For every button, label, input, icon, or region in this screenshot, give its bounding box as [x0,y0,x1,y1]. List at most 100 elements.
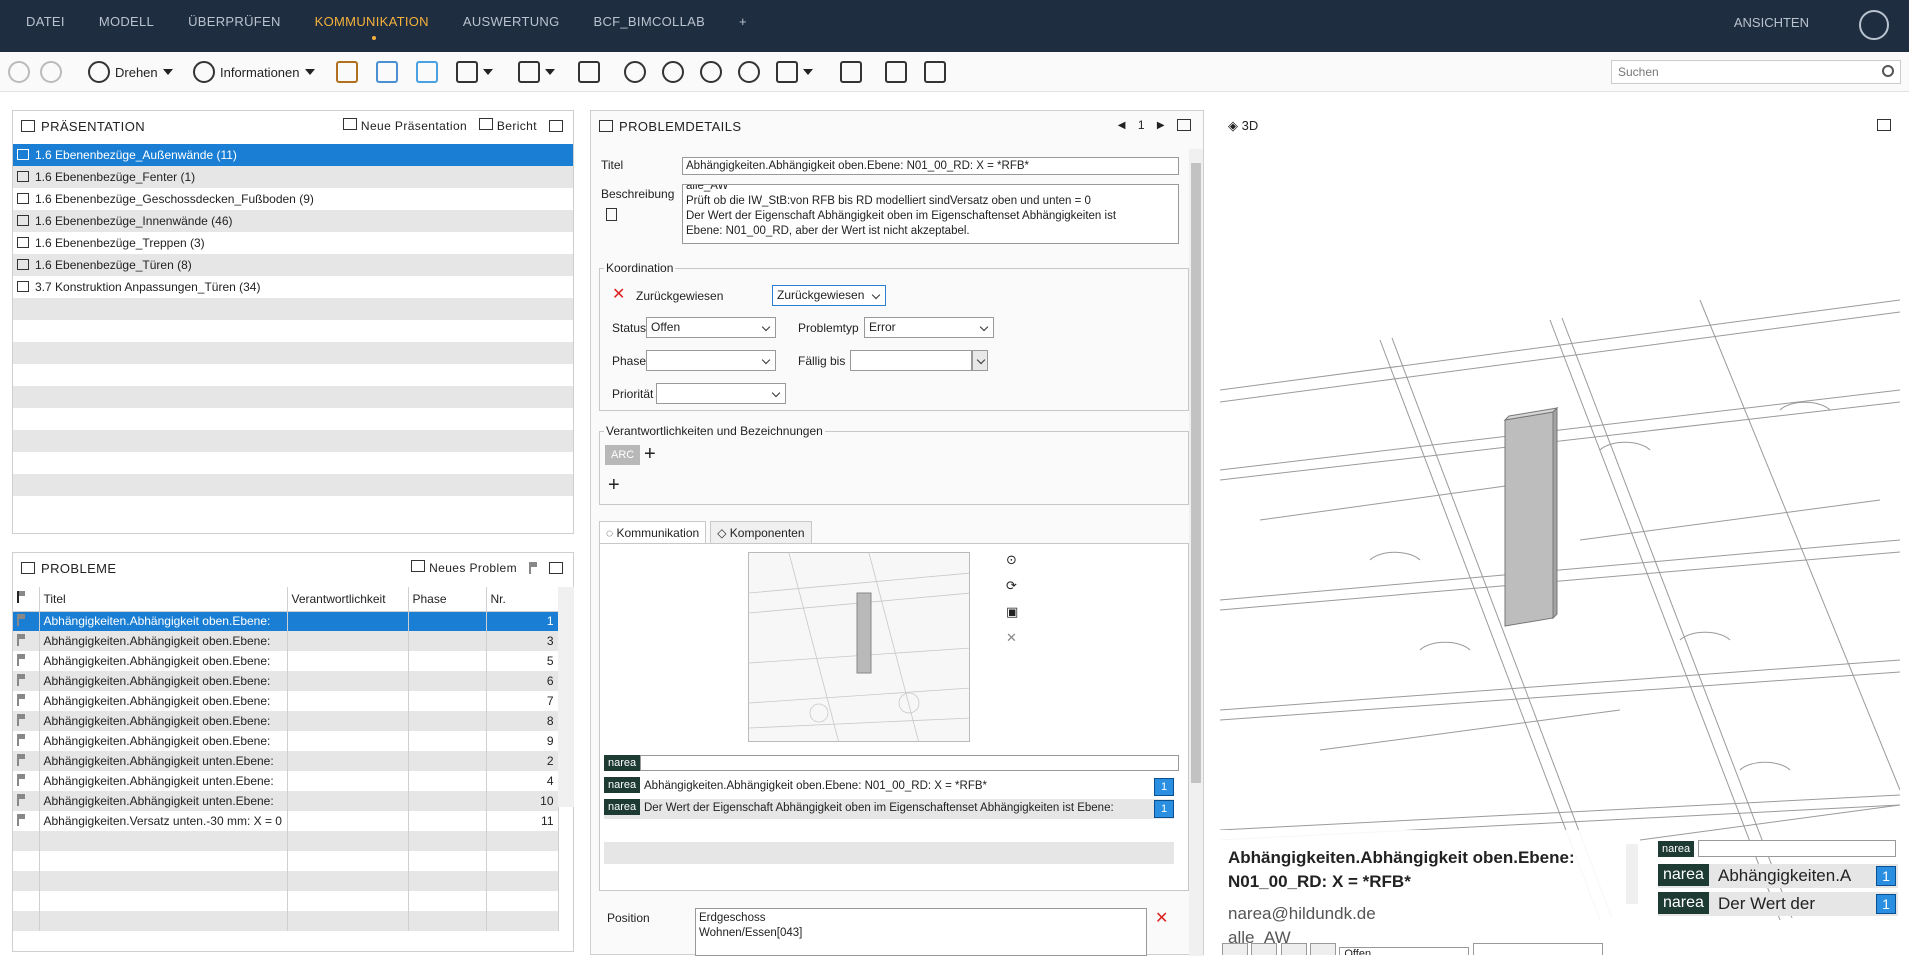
maximize-panel-icon[interactable] [1877,119,1891,131]
flag-icon[interactable] [529,561,537,574]
camera-button[interactable] [1310,943,1337,955]
table-row[interactable]: Abhängigkeiten.Abhängigkeit unten.Ebene:… [13,791,559,811]
table-row[interactable]: Abhängigkeiten.Versatz unten.-30 mm: X =… [13,811,559,831]
box-button[interactable] [518,60,555,84]
layers-plan-button[interactable] [840,60,862,84]
overlay-status-select[interactable]: Offen [1339,947,1470,955]
overlay-scrollbar[interactable] [1626,844,1638,904]
arc-tag[interactable]: ARC [605,445,641,465]
report-button[interactable]: Bericht [479,118,537,133]
maximize-panel-icon[interactable] [549,119,563,132]
refresh-icon[interactable]: ⟳ [1006,578,1018,594]
menu-datei[interactable]: DATEI [26,14,65,29]
phase-select[interactable] [646,350,776,371]
document-icon[interactable] [606,208,617,221]
menu-auswertung[interactable]: AUSWERTUNG [463,14,560,29]
comment-item[interactable]: narea Abhängigkeiten.Abhängigkeit oben.E… [604,777,1174,797]
tab-communication[interactable]: ◌ Kommunikation [599,521,707,545]
list-item[interactable]: 3.7 Konstruktion Anpassungen_Türen (34) [13,276,573,298]
table-row[interactable]: Abhängigkeiten.Abhängigkeit unten.Ebene:… [13,771,559,791]
status-select[interactable]: Offen [646,317,776,338]
list-item[interactable]: 1.6 Ebenenbezüge_Türen (8) [13,254,573,276]
clear-position-icon[interactable]: ✕ [1155,908,1168,928]
new-problem-button[interactable]: Neues Problem [411,560,517,575]
menu-modell[interactable]: MODELL [99,14,154,29]
layers-button[interactable] [924,60,946,84]
table-row[interactable]: Abhängigkeiten.Abhängigkeit oben.Ebene: 6 [13,671,559,691]
viewpoint-thumbnail[interactable] [748,552,970,742]
rotate-button[interactable]: Drehen [88,60,173,84]
column-header-responsibility[interactable]: Verantwortlichkeit [287,587,409,612]
model-cube-button[interactable] [336,60,358,84]
table-row[interactable]: Abhängigkeiten.Abhängigkeit oben.Ebene: 3 [13,631,559,651]
menu-bcf-bimcollab[interactable]: BCF_BIMCOLLAB [594,14,706,29]
column-header-title[interactable]: Titel [39,587,288,612]
image-icon[interactable]: ▣ [1006,604,1018,620]
table-row[interactable]: Abhängigkeiten.Abhängigkeit oben.Ebene: 5 [13,651,559,671]
stop-button[interactable] [1280,943,1307,955]
next-problem-button[interactable]: ▶ [1157,120,1165,131]
column-header-phase[interactable]: Phase [408,587,487,612]
overlay-comment-input[interactable] [1698,840,1896,857]
comment-item[interactable]: narea Der Wert der Eigenschaft Abhängigk… [604,799,1174,819]
table-row[interactable]: Abhängigkeiten.Abhängigkeit oben.Ebene: 1 [13,611,559,631]
next-button[interactable] [1251,943,1278,955]
views-menu[interactable]: ANSICHTEN [1734,15,1809,30]
user-account-icon[interactable] [1859,10,1889,40]
problems-scrollbar[interactable] [558,587,574,807]
visibility-button[interactable] [456,60,493,84]
rejected-select[interactable]: Zurückgewiesen [772,285,886,306]
undo-button[interactable] [8,60,30,84]
zoom-fit-button[interactable] [738,60,760,84]
maximize-panel-icon[interactable] [1177,119,1191,131]
zoom-viewpoint-icon[interactable]: ⊙ [1006,552,1018,568]
list-item[interactable]: 1.6 Ebenenbezüge_Außenwände (11) [13,144,573,166]
title-field[interactable]: Abhängigkeiten.Abhängigkeit oben.Ebene: … [682,157,1179,175]
tab-components[interactable]: ◇ Komponenten [710,521,812,545]
priority-select[interactable] [656,383,786,404]
position-field[interactable]: Erdgeschoss Wohnen/Essen[043] [695,908,1147,956]
table-row[interactable]: Abhängigkeiten.Abhängigkeit oben.Ebene: 7 [13,691,559,711]
delete-viewpoint-icon[interactable]: ✕ [1006,630,1018,646]
overlay-comment-item[interactable]: narea Abhängigkeiten.A 1 [1658,864,1898,888]
measure-button[interactable] [776,60,813,84]
column-header-number[interactable]: Nr. [486,587,559,612]
list-item[interactable]: 1.6 Ebenenbezüge_Fenter (1) [13,166,573,188]
description-field[interactable]: alle_AW Prüft ob die IW_StB:von RFB bis … [682,184,1179,244]
cubes-button[interactable] [376,60,398,84]
previous-problem-button[interactable]: ◀ [1118,120,1126,131]
menu-add-tab[interactable]: + [739,14,747,29]
date-picker-button[interactable] [972,350,988,371]
section-box-button[interactable] [578,60,600,84]
selected-cube-button[interactable] [416,60,438,84]
redo-button[interactable] [40,60,62,84]
menu-kommunikation[interactable]: KOMMUNIKATION [315,14,429,40]
details-scrollbar[interactable] [1189,149,1203,956]
table-row[interactable]: Abhängigkeiten.Abhängigkeit oben.Ebene: 9 [13,731,559,751]
flag-column-header[interactable] [13,587,40,612]
problemtype-select[interactable]: Error [864,317,994,338]
list-item[interactable]: 1.6 Ebenenbezüge_Treppen (3) [13,232,573,254]
model-viewport[interactable] [1220,140,1900,940]
comment-input[interactable] [640,755,1179,771]
zoom-out-button[interactable] [700,60,722,84]
zoom-in-button[interactable] [662,60,684,84]
add-responsibility-button[interactable]: + [644,443,656,466]
play-button[interactable] [1222,943,1248,955]
table-row[interactable]: Abhängigkeiten.Abhängigkeit oben.Ebene: 8 [13,711,559,731]
details-scrollbar-thumb[interactable] [1191,163,1201,783]
zoom-selection-button[interactable] [624,60,646,84]
list-item[interactable]: 1.6 Ebenenbezüge_Innenwände (46) [13,210,573,232]
table-row[interactable]: Abhängigkeiten.Abhängigkeit unten.Ebene:… [13,751,559,771]
due-date-field[interactable] [850,350,972,371]
search-input[interactable]: Suchen [1611,60,1901,84]
overlay-comment-item[interactable]: narea Der Wert der 1 [1658,892,1898,916]
info-button[interactable]: Informationen [193,60,315,84]
menu-ueberpruefen[interactable]: ÜBERPRÜFEN [188,14,281,29]
overlay-type-select[interactable] [1472,943,1603,955]
maximize-panel-icon[interactable] [549,561,563,574]
add-label-button[interactable]: + [608,474,620,497]
list-item[interactable]: 1.6 Ebenenbezüge_Geschossdecken_Fußboden… [13,188,573,210]
new-presentation-button[interactable]: Neue Präsentation [343,118,467,133]
map-button[interactable] [885,60,907,84]
